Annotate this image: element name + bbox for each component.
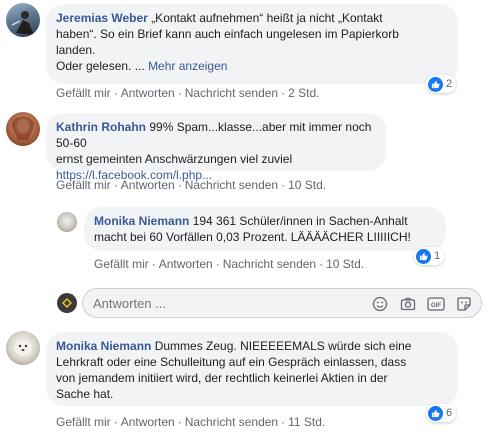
- send-message-button[interactable]: Nachricht senden: [185, 178, 278, 192]
- send-message-button[interactable]: Nachricht senden: [185, 86, 278, 100]
- thumbs-up-icon: [428, 76, 443, 92]
- comment-text: landen.: [56, 43, 96, 57]
- gif-icon[interactable]: GIF: [427, 295, 445, 313]
- reaction-count[interactable]: 1: [414, 247, 445, 265]
- emoji-icon[interactable]: [371, 295, 389, 313]
- reply-box: GIF: [82, 288, 482, 318]
- comment-actions: Gefällt mir · Antworten · Nachricht senden · 1…: [56, 415, 326, 429]
- comment-author[interactable]: Kathrin Rohahn: [56, 120, 146, 134]
- like-button[interactable]: Gefällt mir: [94, 257, 149, 271]
- avatar[interactable]: [6, 331, 40, 365]
- reply-button[interactable]: Antworten: [159, 257, 213, 271]
- sticker-icon[interactable]: [455, 295, 473, 313]
- timestamp[interactable]: 10 Std.: [326, 257, 364, 271]
- comment-text: Oder gelesen. ...: [56, 59, 145, 73]
- avatar[interactable]: [6, 3, 40, 37]
- thumbs-up-icon: [428, 405, 443, 421]
- comment-actions: Gefällt mir · Antworten · Nachricht senden · 1…: [56, 178, 327, 192]
- comment-author[interactable]: Monika Niemann: [56, 339, 151, 353]
- avatar[interactable]: [6, 112, 40, 146]
- comment-text: von jemandem initiiert wird, der rechtli…: [56, 371, 388, 385]
- comment-text: haben“. So ein Brief kann auch einfach u…: [56, 27, 399, 41]
- timestamp[interactable]: 10 Std.: [288, 178, 326, 192]
- reaction-number: 2: [446, 78, 453, 90]
- comment-bubble: Kathrin Rohahn 99% Spam...klasse...aber …: [46, 113, 386, 182]
- comment-text: 194 361 Schüler/innen in Sachen-Anhalt: [192, 214, 408, 228]
- like-button[interactable]: Gefällt mir: [56, 415, 111, 429]
- show-more-link[interactable]: Mehr anzeigen: [148, 59, 227, 73]
- send-message-button[interactable]: Nachricht senden: [223, 257, 316, 271]
- camera-icon[interactable]: [399, 295, 417, 313]
- svg-text:GIF: GIF: [431, 303, 441, 309]
- comment-text: macht bei 60 Vorfällen 0,03 Prozent. LÄÄ…: [94, 230, 411, 244]
- timestamp[interactable]: 2 Std.: [288, 86, 319, 100]
- send-message-button[interactable]: Nachricht senden: [185, 415, 278, 429]
- like-button[interactable]: Gefällt mir: [56, 178, 111, 192]
- avatar[interactable]: [57, 212, 77, 232]
- comment-text: „Kontakt aufnehmen“ heißt ja nicht „Kont…: [151, 11, 383, 25]
- reaction-count[interactable]: 6: [426, 404, 457, 422]
- reaction-number: 1: [434, 250, 441, 262]
- comment-actions: Gefällt mir · Antworten · Nachricht senden · 1…: [94, 257, 365, 271]
- timestamp[interactable]: 11 Std.: [288, 415, 325, 429]
- comment-text: Sache hat.: [56, 387, 114, 401]
- reply-input[interactable]: [93, 296, 293, 311]
- comment-author[interactable]: Monika Niemann: [94, 214, 189, 228]
- comment-text: Dummes Zeug. NIEEEEEMALS würde sich eine: [154, 339, 412, 353]
- comment-text: Lehrkraft oder eine Schulleitung auf ein…: [56, 355, 407, 369]
- like-button[interactable]: Gefällt mir: [56, 86, 111, 100]
- reaction-number: 6: [446, 407, 453, 419]
- comment-bubble: Jeremias Weber „Kontakt aufnehmen“ heißt…: [46, 4, 458, 84]
- reaction-count[interactable]: 2: [426, 75, 457, 93]
- reply-button[interactable]: Antworten: [121, 415, 175, 429]
- reply-button[interactable]: Antworten: [121, 178, 175, 192]
- comment-bubble: Monika Niemann Dummes Zeug. NIEEEEEMALS …: [46, 332, 458, 406]
- reply-button[interactable]: Antworten: [121, 86, 175, 100]
- avatar: [57, 293, 77, 313]
- comment-actions: Gefällt mir · Antworten · Nachricht senden · 2…: [56, 86, 320, 100]
- thumbs-up-icon: [416, 248, 431, 264]
- comment-author[interactable]: Jeremias Weber: [56, 11, 148, 25]
- reply-bubble: Monika Niemann 194 361 Schüler/innen in …: [84, 207, 446, 251]
- comment-text: ernst gemeinten Anschwärzungen viel zuvi…: [56, 152, 293, 166]
